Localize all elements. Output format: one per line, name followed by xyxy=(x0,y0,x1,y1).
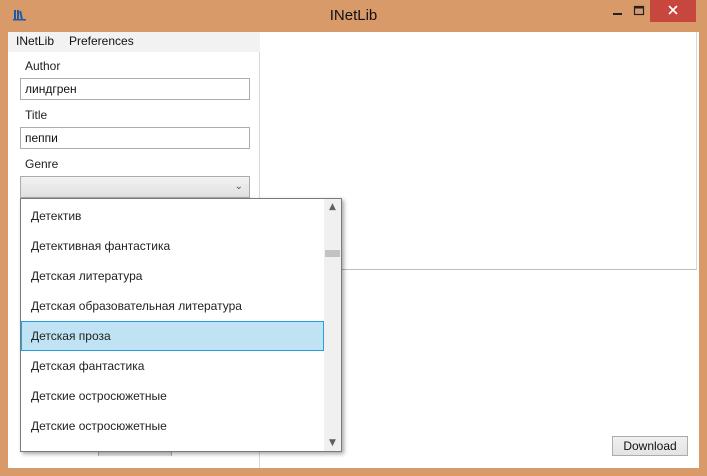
genre-combobox[interactable]: ⌄ xyxy=(20,176,250,198)
genre-dropdown-list: Детектив Детективная фантастика Детская … xyxy=(20,198,342,452)
title-input[interactable]: пеппи xyxy=(20,127,250,149)
minimize-button[interactable] xyxy=(606,0,628,22)
genre-option[interactable]: Детские остросюжетные xyxy=(21,411,324,441)
menu-inetlib[interactable]: INetLib xyxy=(16,34,54,48)
window-title: INetLib xyxy=(329,7,378,24)
genre-option[interactable]: Детская литература xyxy=(21,261,324,291)
title-bar[interactable]: INetLib xyxy=(0,0,707,32)
close-button[interactable] xyxy=(650,0,696,22)
genre-option[interactable]: Детская фантастика xyxy=(21,351,324,381)
close-icon xyxy=(668,5,678,15)
genre-option[interactable]: Детская образовательная литература xyxy=(21,291,324,321)
author-label: Author xyxy=(25,59,61,73)
genre-option-selected[interactable]: Детская проза xyxy=(21,321,324,351)
scroll-up-icon[interactable]: ▲ xyxy=(324,199,341,215)
genre-label: Genre xyxy=(25,157,59,171)
app-window: INetLib INetLib Preferences Author линдг… xyxy=(0,0,707,476)
menu-bar: INetLib Preferences xyxy=(8,32,260,52)
author-input[interactable]: линдгрен xyxy=(20,78,250,100)
client-area: INetLib Preferences Author линдгрен Titl… xyxy=(8,32,699,468)
genre-option[interactable]: Детектив xyxy=(21,201,324,231)
dropdown-scrollbar[interactable]: ▲ ▼ xyxy=(324,199,341,451)
scroll-down-icon[interactable]: ▼ xyxy=(324,435,341,451)
chevron-down-icon: ⌄ xyxy=(234,181,243,192)
maximize-button[interactable] xyxy=(628,0,650,22)
genre-option[interactable]: Детективная фантастика xyxy=(21,231,324,261)
genre-option[interactable]: Детские остросюжетные xyxy=(21,381,324,411)
download-button[interactable]: Download xyxy=(612,436,688,456)
maximize-icon xyxy=(633,5,645,16)
genre-options: Детектив Детективная фантастика Детская … xyxy=(21,199,324,451)
minimize-icon xyxy=(613,13,622,15)
scrollbar-thumb[interactable] xyxy=(325,250,340,257)
menu-preferences[interactable]: Preferences xyxy=(69,34,134,48)
title-label: Title xyxy=(25,108,48,122)
